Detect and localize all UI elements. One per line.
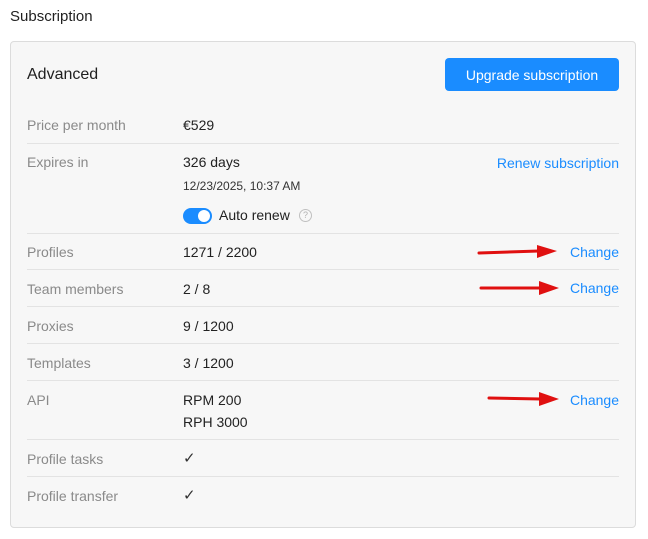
red-arrow-annotation — [479, 281, 559, 295]
row-profile-transfer: Profile transfer ✓ — [27, 477, 619, 514]
subscription-card: Advanced Upgrade subscription Price per … — [10, 41, 636, 528]
api-rph-value: RPH 3000 — [183, 414, 248, 430]
expires-date: 12/23/2025, 10:37 AM — [183, 179, 301, 193]
checkmark-icon: ✓ — [183, 487, 196, 504]
price-label: Price per month — [27, 117, 126, 133]
renew-subscription-link[interactable]: Renew subscription — [497, 155, 619, 171]
api-rpm-value: RPM 200 — [183, 392, 242, 408]
upgrade-subscription-button[interactable]: Upgrade subscription — [445, 58, 619, 91]
profiles-label: Profiles — [27, 244, 74, 260]
proxies-value: 9 / 1200 — [183, 318, 234, 334]
plan-name: Advanced — [27, 66, 99, 83]
row-price: Price per month €529 — [27, 107, 619, 144]
row-profiles: Profiles 1271 / 2200 Change — [27, 234, 619, 270]
change-team-members-link[interactable]: Change — [570, 280, 619, 296]
profile-transfer-label: Profile transfer — [27, 488, 119, 504]
row-team-members: Team members 2 / 8 Change — [27, 270, 619, 307]
price-value: €529 — [183, 117, 215, 133]
question-circle-icon[interactable]: ? — [299, 209, 312, 222]
expires-label: Expires in — [27, 154, 89, 170]
red-arrow-annotation — [487, 392, 559, 406]
row-expires: Expires in 326 days 12/23/2025, 10:37 AM… — [27, 144, 619, 234]
change-api-link[interactable]: Change — [570, 392, 619, 408]
profiles-value: 1271 / 2200 — [183, 244, 257, 260]
row-api: API RPM 200 RPH 3000 Change — [27, 381, 619, 440]
row-templates: Templates 3 / 1200 — [27, 344, 619, 381]
checkmark-icon: ✓ — [183, 450, 196, 467]
row-profile-tasks: Profile tasks ✓ — [27, 440, 619, 477]
section-title: Subscription — [10, 8, 93, 25]
api-label: API — [27, 392, 50, 408]
red-arrow-annotation — [477, 245, 557, 258]
auto-renew-label: Auto renew — [219, 207, 290, 223]
expires-value: 326 days — [183, 154, 240, 170]
row-proxies: Proxies 9 / 1200 — [27, 307, 619, 344]
team-members-value: 2 / 8 — [183, 281, 211, 297]
proxies-label: Proxies — [27, 318, 74, 334]
templates-value: 3 / 1200 — [183, 355, 234, 371]
toggle-knob — [198, 210, 210, 222]
auto-renew-toggle[interactable] — [183, 208, 212, 224]
team-members-label: Team members — [27, 281, 124, 297]
change-profiles-link[interactable]: Change — [570, 244, 619, 260]
profile-tasks-label: Profile tasks — [27, 451, 104, 467]
templates-label: Templates — [27, 355, 91, 371]
